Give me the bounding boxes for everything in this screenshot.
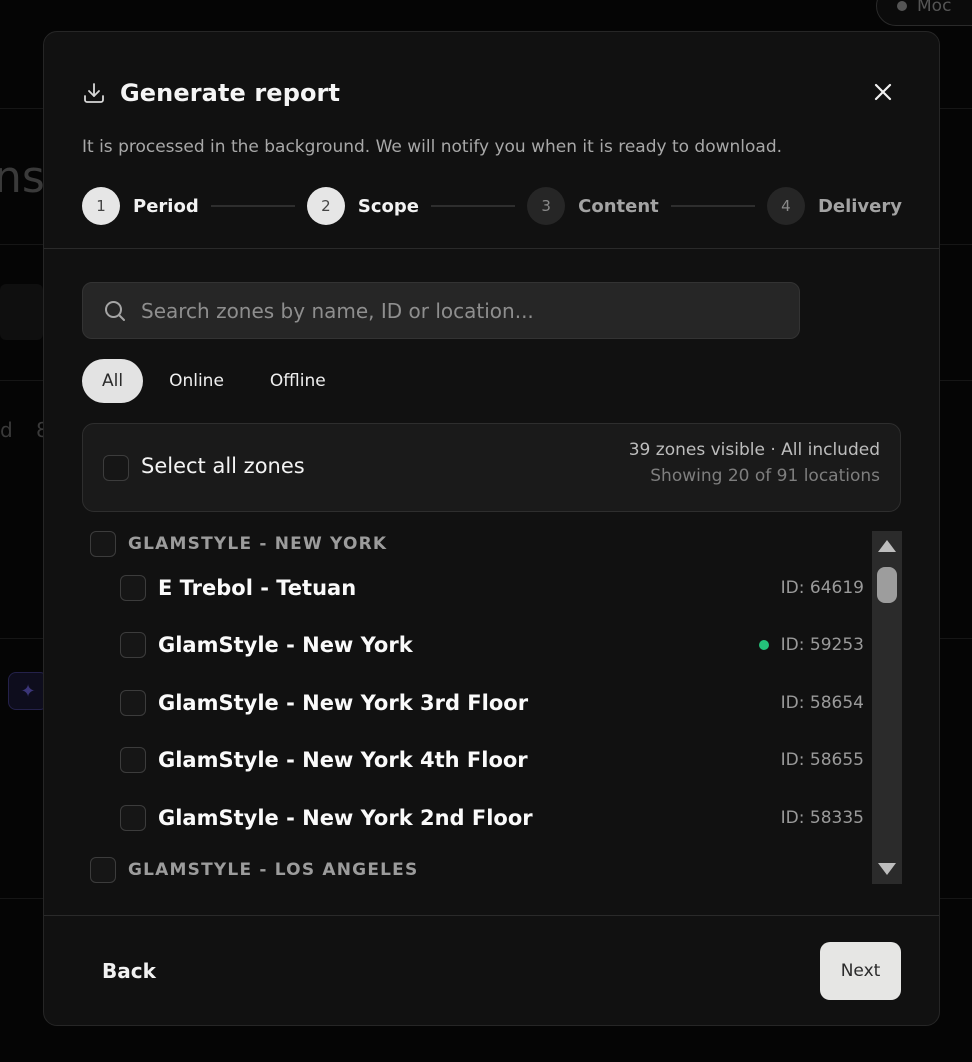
zone-row[interactable]: E Trebol - Tetuan ID: 64619 — [120, 566, 864, 610]
step-delivery[interactable]: 4 Delivery — [766, 187, 902, 225]
zone-id: ID: 59253 — [780, 635, 864, 655]
filter-online[interactable]: Online — [149, 359, 244, 403]
group-checkbox[interactable] — [90, 531, 116, 557]
filter-all[interactable]: All — [82, 359, 144, 403]
zone-id: ID: 58654 — [780, 693, 864, 713]
background-mode-chip: Moc — [876, 0, 972, 26]
scroll-down-arrow-icon[interactable] — [878, 863, 896, 875]
step-label: Content — [578, 195, 659, 217]
zone-name: GlamStyle - New York 3rd Floor — [158, 691, 529, 715]
step-number: 3 — [527, 187, 566, 225]
zone-row[interactable]: GlamStyle - New York ID: 59253 — [120, 623, 864, 667]
zone-checkbox[interactable] — [120, 805, 146, 831]
download-icon — [84, 83, 104, 103]
zone-checkbox[interactable] — [120, 690, 146, 716]
zone-checkbox[interactable] — [120, 632, 146, 658]
group-header[interactable]: GLAMSTYLE - LOS ANGELES — [90, 857, 418, 883]
filter-offline[interactable]: Offline — [250, 359, 346, 403]
zone-id: ID: 58655 — [780, 750, 864, 770]
online-status-dot — [758, 640, 769, 650]
step-period[interactable]: 1 Period — [82, 187, 199, 225]
search-input[interactable] — [141, 283, 799, 338]
group-label: GLAMSTYLE - NEW YORK — [128, 534, 388, 554]
background-text-fragment: d — [0, 418, 13, 442]
zone-name: GlamStyle - New York 4th Floor — [158, 748, 528, 772]
zone-name: E Trebol - Tetuan — [158, 576, 357, 600]
modal-header: Generate report It is processed in the b… — [44, 32, 939, 249]
zone-id: ID: 58335 — [780, 808, 864, 828]
background-chip-label: Moc — [917, 0, 952, 16]
zone-search — [82, 282, 800, 339]
modal-footer: Back Next — [44, 915, 939, 1025]
modal-title-row: Generate report — [82, 79, 340, 107]
step-number: 4 — [766, 187, 805, 225]
zone-name: GlamStyle - New York 2nd Floor — [158, 806, 533, 830]
zone-row[interactable]: GlamStyle - New York 4th Floor ID: 58655 — [120, 738, 864, 782]
close-button[interactable] — [871, 80, 895, 104]
modal-title: Generate report — [120, 79, 341, 107]
step-number: 2 — [306, 187, 345, 225]
step-scope[interactable]: 2 Scope — [306, 187, 419, 225]
scroll-thumb[interactable] — [877, 567, 897, 603]
zone-row[interactable]: GlamStyle - New York 3rd Floor ID: 58654 — [120, 681, 864, 725]
step-label: Delivery — [817, 195, 902, 217]
step-number: 1 — [82, 187, 120, 225]
background-page-title-fragment: ns — [0, 152, 45, 203]
zone-row[interactable]: GlamStyle - New York 2nd Floor ID: 58335 — [120, 796, 864, 840]
group-checkbox[interactable] — [90, 857, 116, 883]
zone-list: GLAMSTYLE - NEW YORK E Trebol - Tetuan I… — [82, 531, 872, 886]
sparkle-icon: ✦ — [8, 672, 48, 710]
status-dot-icon — [897, 1, 907, 11]
back-button[interactable]: Back — [82, 942, 176, 1000]
background-input-fragment — [0, 284, 43, 340]
zone-checkbox[interactable] — [120, 747, 146, 773]
search-icon — [105, 300, 125, 321]
step-connector — [430, 205, 516, 207]
scroll-up-arrow-icon[interactable] — [878, 540, 896, 552]
group-header[interactable]: GLAMSTYLE - NEW YORK — [90, 531, 387, 557]
step-connector — [210, 205, 295, 207]
group-label: GLAMSTYLE - LOS ANGELES — [128, 860, 419, 880]
zone-name: GlamStyle - New York — [158, 633, 413, 657]
report-stepper: 1 Period 2 Scope 3 Content 4 Delivery — [82, 187, 902, 225]
step-connector — [670, 205, 755, 207]
select-all-panel: Select all zones 39 zones visible · All … — [82, 423, 901, 512]
generate-report-modal: Generate report It is processed in the b… — [43, 31, 940, 1026]
zones-visible-count: 39 zones visible · All included — [628, 440, 880, 460]
zone-checkbox[interactable] — [120, 575, 146, 601]
zone-stats: 39 zones visible · All included Showing … — [629, 440, 880, 486]
zone-id: ID: 64619 — [780, 578, 864, 598]
modal-subtitle: It is processed in the background. We wi… — [82, 137, 783, 157]
step-label: Period — [133, 195, 199, 217]
step-label: Scope — [357, 195, 419, 217]
next-button[interactable]: Next — [820, 942, 901, 1000]
step-content[interactable]: 3 Content — [527, 187, 659, 225]
zone-list-scrollbar[interactable] — [872, 531, 902, 884]
select-all-checkbox[interactable] — [103, 455, 129, 481]
locations-showing-count: Showing 20 of 91 locations — [650, 466, 880, 486]
close-icon — [874, 83, 892, 101]
status-filter-tabs: All Online Offline — [82, 359, 346, 403]
select-all-label: Select all zones — [141, 454, 305, 478]
